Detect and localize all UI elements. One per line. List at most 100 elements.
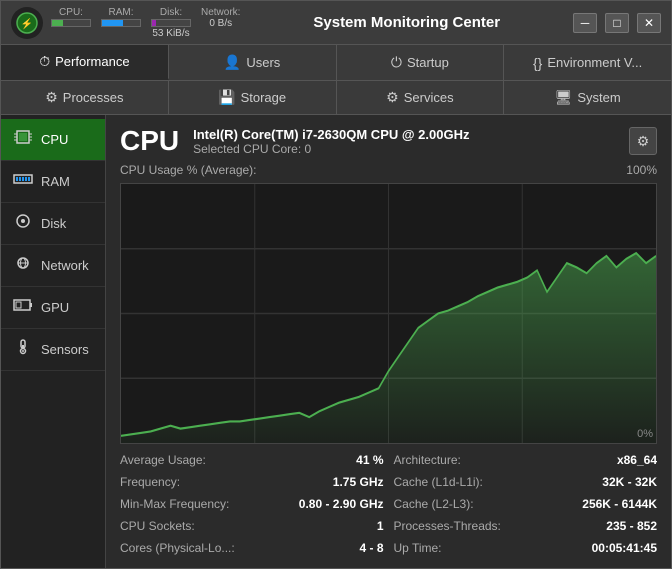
maximize-button[interactable]: □ [605, 13, 629, 33]
sidebar-item-sensors[interactable]: Sensors [1, 329, 105, 371]
processor-name: Intel(R) Core(TM) i7-2630QM CPU @ 2.00GH… [193, 127, 469, 142]
processes-icon: ⚙ [45, 89, 58, 106]
gpu-sidebar-icon [13, 297, 33, 318]
sidebar: CPU RAM [1, 115, 106, 568]
system-icon: 🖥 [555, 89, 573, 106]
disk-sidebar-icon [13, 213, 33, 234]
storage-icon: 💾 [218, 89, 235, 106]
cpu-bar [51, 19, 91, 27]
chart-label: CPU Usage % (Average): [120, 163, 257, 177]
cpu-title-section: CPU Intel(R) Core(TM) i7-2630QM CPU @ 2.… [120, 125, 469, 157]
tab-environment[interactable]: {} Environment V... [504, 45, 671, 80]
ram-stat-label: RAM: [109, 7, 134, 18]
cpu-header: CPU Intel(R) Core(TM) i7-2630QM CPU @ 2.… [120, 125, 657, 157]
settings-button[interactable]: ⚙ [629, 127, 657, 155]
window-title: System Monitoring Center [240, 14, 573, 31]
ram-bar [101, 19, 141, 27]
stat-val-proc: 235 - 852 [606, 519, 657, 533]
tab-users[interactable]: 👤 Users [169, 45, 337, 80]
stat-val-minmax: 0.80 - 2.90 GHz [299, 497, 384, 511]
stats-grid: Average Usage: 41 % Architecture: x86_64… [120, 450, 657, 558]
ram-stat: RAM: [101, 7, 141, 39]
window-controls: ─ □ ✕ [573, 13, 661, 33]
sidebar-item-disk[interactable]: Disk [1, 203, 105, 245]
cpu-stat: CPU: [51, 7, 91, 39]
stat-val-cache-l1: 32K - 32K [602, 475, 657, 489]
cpu-stat-label: CPU: [59, 7, 83, 18]
tab-processes-label: Processes [63, 90, 124, 105]
tab-services[interactable]: ⚙ Services [337, 81, 505, 114]
tab-services-label: Services [404, 90, 454, 105]
stat-key-freq: Frequency: [120, 475, 329, 489]
stat-row-cache-l1: Cache (L1d-L1i): 32K - 32K [394, 472, 658, 492]
cpu-chart: 0% [120, 183, 657, 444]
sidebar-sensors-label: Sensors [41, 342, 89, 357]
services-icon: ⚙ [386, 89, 399, 106]
stat-row-uptime: Up Time: 00:05:41:45 [394, 538, 658, 558]
stat-row-freq: Frequency: 1.75 GHz [120, 472, 384, 492]
tab-storage-label: Storage [241, 90, 287, 105]
title-bar: ⚡ CPU: RAM: Disk: 53 KiB/s Network: 0 B/… [1, 1, 671, 45]
disk-bar [151, 19, 191, 27]
sensors-sidebar-icon [13, 339, 33, 360]
stat-val-cores: 4 - 8 [359, 541, 383, 555]
tab-system-label: System [577, 90, 620, 105]
tab-users-label: Users [246, 55, 280, 70]
tab-processes[interactable]: ⚙ Processes [1, 81, 169, 114]
app-logo: ⚡ [11, 7, 43, 39]
chart-max: 100% [626, 163, 657, 177]
tab-startup[interactable]: ⏻ Startup [337, 45, 505, 80]
stat-val-arch: x86_64 [617, 453, 657, 467]
users-icon: 👤 [224, 54, 241, 71]
main-content: CPU RAM [1, 115, 671, 568]
network-stat-value: 0 B/s [209, 18, 232, 29]
sidebar-item-network[interactable]: Network [1, 245, 105, 287]
stat-key-avg: Average Usage: [120, 453, 352, 467]
stat-val-sockets: 1 [377, 519, 384, 533]
cpu-info: Intel(R) Core(TM) i7-2630QM CPU @ 2.00GH… [193, 127, 469, 156]
stat-val-cache-l2: 256K - 6144K [582, 497, 657, 511]
stat-row-sockets: CPU Sockets: 1 [120, 516, 384, 536]
environment-icon: {} [533, 55, 542, 71]
performance-icon: ⏱ [39, 53, 50, 70]
cpu-sidebar-icon [13, 129, 33, 150]
network-stat: Network: 0 B/s [201, 7, 240, 39]
minimize-button[interactable]: ─ [573, 13, 597, 33]
network-sidebar-icon [13, 255, 33, 276]
tab-performance-label: Performance [55, 54, 129, 69]
selected-core: Selected CPU Core: 0 [193, 142, 469, 156]
stat-val-freq: 1.75 GHz [333, 475, 384, 489]
nav-row-1: ⏱ Performance 👤 Users ⏻ Startup {} Envir… [1, 45, 671, 81]
stat-key-arch: Architecture: [394, 453, 613, 467]
svg-text:⚡: ⚡ [21, 17, 33, 30]
sidebar-cpu-label: CPU [41, 132, 68, 147]
network-stat-label: Network: [201, 7, 240, 18]
stat-row-avg-usage: Average Usage: 41 % [120, 450, 384, 470]
close-button[interactable]: ✕ [637, 13, 661, 33]
chart-label-row: CPU Usage % (Average): 100% [120, 163, 657, 177]
tab-performance[interactable]: ⏱ Performance [1, 45, 169, 80]
disk-stat-label: Disk: [160, 7, 182, 18]
cpu-panel: CPU Intel(R) Core(TM) i7-2630QM CPU @ 2.… [106, 115, 671, 568]
tab-system[interactable]: 🖥 System [504, 81, 671, 114]
sidebar-disk-label: Disk [41, 216, 66, 231]
stat-key-sockets: CPU Sockets: [120, 519, 373, 533]
sidebar-item-gpu[interactable]: GPU [1, 287, 105, 329]
startup-icon: ⏻ [391, 54, 402, 71]
stat-key-cache-l1: Cache (L1d-L1i): [394, 475, 599, 489]
stat-key-proc: Processes-Threads: [394, 519, 603, 533]
disk-stat-value: 53 KiB/s [152, 28, 189, 39]
stat-val-avg: 41 % [356, 453, 383, 467]
stat-row-cache-l2: Cache (L2-L3): 256K - 6144K [394, 494, 658, 514]
stat-row-cores: Cores (Physical-Lo...: 4 - 8 [120, 538, 384, 558]
sidebar-item-cpu[interactable]: CPU [1, 119, 105, 161]
sidebar-network-label: Network [41, 258, 89, 273]
tab-storage[interactable]: 💾 Storage [169, 81, 337, 114]
sidebar-item-ram[interactable]: RAM [1, 161, 105, 203]
main-window: ⚡ CPU: RAM: Disk: 53 KiB/s Network: 0 B/… [0, 0, 672, 569]
chart-svg [121, 184, 656, 443]
sidebar-ram-label: RAM [41, 174, 70, 189]
cpu-big-label: CPU [120, 125, 179, 157]
nav-row-2: ⚙ Processes 💾 Storage ⚙ Services 🖥 Syste… [1, 81, 671, 115]
stat-row-minmax-freq: Min-Max Frequency: 0.80 - 2.90 GHz [120, 494, 384, 514]
